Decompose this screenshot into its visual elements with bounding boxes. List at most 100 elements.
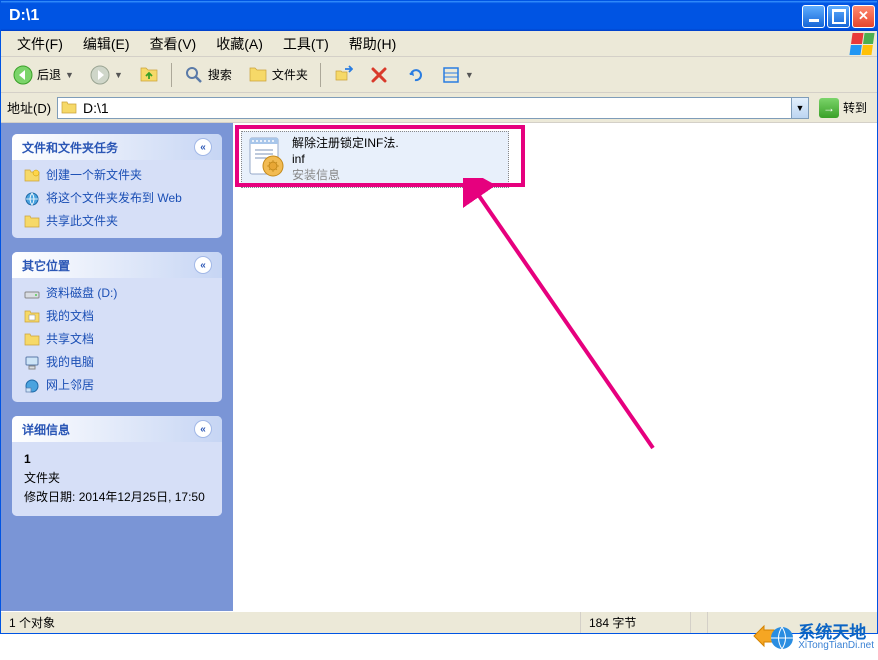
move-to-icon bbox=[333, 65, 353, 85]
details-body: 1 文件夹 修改日期: 2014年12月25日, 17:50 bbox=[12, 442, 222, 516]
task-share-folder[interactable]: 共享此文件夹 bbox=[24, 214, 210, 230]
details-mod-value: 2014年12月25日, 17:50 bbox=[79, 490, 205, 504]
maximize-button[interactable] bbox=[827, 5, 850, 28]
separator bbox=[320, 63, 321, 87]
content-area: 文件和文件夹任务 « 创建一个新文件夹 将这个文件夹发布到 Web 共享此文件夹 bbox=[1, 123, 877, 611]
details-panel: 详细信息 « 1 文件夹 修改日期: 2014年12月25日, 17:50 bbox=[12, 416, 222, 516]
close-button[interactable] bbox=[852, 5, 875, 28]
details-type: 文件夹 bbox=[24, 469, 210, 488]
panel-header[interactable]: 文件和文件夹任务 « bbox=[12, 134, 222, 160]
share-folder-icon bbox=[24, 214, 40, 230]
globe-icon bbox=[24, 191, 40, 207]
forward-button[interactable]: ▼ bbox=[84, 61, 129, 89]
panel-title: 其它位置 bbox=[22, 257, 70, 274]
task-publish-web[interactable]: 将这个文件夹发布到 Web bbox=[24, 191, 210, 207]
watermark-icon bbox=[752, 616, 794, 658]
details-mod-label: 修改日期: bbox=[24, 490, 75, 504]
my-docs-icon bbox=[24, 309, 40, 325]
back-button[interactable]: 后退 ▼ bbox=[7, 61, 80, 89]
menubar: 文件(F) 编辑(E) 查看(V) 收藏(A) 工具(T) 帮助(H) bbox=[1, 31, 877, 57]
search-label: 搜索 bbox=[208, 66, 232, 83]
menu-favorites[interactable]: 收藏(A) bbox=[206, 32, 273, 56]
watermark-url: XiTongTianDi.net bbox=[798, 641, 874, 651]
inf-file-icon bbox=[246, 136, 286, 178]
address-field-wrap: ▼ bbox=[57, 97, 809, 119]
collapse-icon: « bbox=[194, 420, 212, 438]
menu-file[interactable]: 文件(F) bbox=[7, 32, 73, 56]
views-icon bbox=[441, 65, 461, 85]
my-computer-icon bbox=[24, 355, 40, 371]
status-zone bbox=[691, 612, 708, 633]
place-drive-d[interactable]: 资料磁盘 (D:) bbox=[24, 286, 210, 302]
go-icon: → bbox=[819, 98, 839, 118]
file-tasks-panel: 文件和文件夹任务 « 创建一个新文件夹 将这个文件夹发布到 Web 共享此文件夹 bbox=[12, 134, 222, 238]
watermark: 系统天地 XiTongTianDi.net bbox=[752, 616, 874, 658]
window-title: D:\1 bbox=[9, 7, 800, 25]
place-label: 共享文档 bbox=[46, 332, 94, 348]
move-to-button[interactable] bbox=[327, 61, 359, 89]
collapse-icon: « bbox=[194, 138, 212, 156]
watermark-name: 系统天地 bbox=[798, 624, 866, 641]
new-folder-icon bbox=[24, 168, 40, 184]
address-dropdown[interactable]: ▼ bbox=[791, 97, 809, 119]
place-my-documents[interactable]: 我的文档 bbox=[24, 309, 210, 325]
task-new-folder[interactable]: 创建一个新文件夹 bbox=[24, 168, 210, 184]
status-object-count: 1 个对象 bbox=[1, 612, 581, 633]
address-icon bbox=[57, 97, 79, 119]
collapse-icon: « bbox=[194, 256, 212, 274]
place-my-computer[interactable]: 我的电脑 bbox=[24, 355, 210, 371]
delete-button[interactable] bbox=[363, 61, 395, 89]
shared-docs-icon bbox=[24, 332, 40, 348]
network-icon bbox=[24, 378, 40, 394]
minimize-button[interactable] bbox=[802, 5, 825, 28]
delete-icon bbox=[369, 65, 389, 85]
windows-flag-icon bbox=[849, 33, 874, 55]
file-type: 安装信息 bbox=[292, 168, 399, 183]
address-input[interactable] bbox=[79, 97, 791, 119]
forward-icon bbox=[90, 65, 110, 85]
chevron-down-icon: ▼ bbox=[65, 70, 74, 80]
file-list-area[interactable]: 解除注册锁定INF法. inf 安装信息 bbox=[233, 123, 877, 611]
menu-tools[interactable]: 工具(T) bbox=[273, 32, 339, 56]
titlebar[interactable]: D:\1 bbox=[1, 1, 877, 31]
menu-help[interactable]: 帮助(H) bbox=[339, 32, 406, 56]
folder-up-icon bbox=[139, 65, 159, 85]
back-icon bbox=[13, 65, 33, 85]
panel-title: 详细信息 bbox=[22, 421, 70, 438]
file-item[interactable]: 解除注册锁定INF法. inf 安装信息 bbox=[241, 131, 509, 188]
place-label: 我的电脑 bbox=[46, 355, 94, 371]
status-size: 184 字节 bbox=[581, 612, 691, 633]
panel-title: 文件和文件夹任务 bbox=[22, 139, 118, 156]
views-button[interactable]: ▼ bbox=[435, 61, 480, 89]
up-button[interactable] bbox=[133, 61, 165, 89]
place-label: 我的文档 bbox=[46, 309, 94, 325]
chevron-down-icon: ▼ bbox=[465, 70, 474, 80]
undo-button[interactable] bbox=[399, 61, 431, 89]
place-network[interactable]: 网上邻居 bbox=[24, 378, 210, 394]
panel-header[interactable]: 详细信息 « bbox=[12, 416, 222, 442]
place-shared-docs[interactable]: 共享文档 bbox=[24, 332, 210, 348]
menu-view[interactable]: 查看(V) bbox=[140, 32, 207, 56]
place-label: 资料磁盘 (D:) bbox=[46, 286, 117, 302]
task-label: 共享此文件夹 bbox=[46, 214, 118, 230]
details-name: 1 bbox=[24, 452, 31, 466]
folder-icon bbox=[61, 100, 77, 116]
explorer-window: D:\1 文件(F) 编辑(E) 查看(V) 收藏(A) 工具(T) 帮助(H)… bbox=[0, 0, 878, 634]
address-label: 地址(D) bbox=[7, 98, 51, 117]
file-name-1: 解除注册锁定INF法. bbox=[292, 136, 399, 151]
tasks-pane: 文件和文件夹任务 « 创建一个新文件夹 将这个文件夹发布到 Web 共享此文件夹 bbox=[1, 123, 233, 611]
go-button[interactable]: → 转到 bbox=[815, 96, 871, 120]
panel-body: 创建一个新文件夹 将这个文件夹发布到 Web 共享此文件夹 bbox=[12, 160, 222, 238]
folders-button[interactable]: 文件夹 bbox=[242, 61, 314, 89]
menu-edit[interactable]: 编辑(E) bbox=[73, 32, 140, 56]
place-label: 网上邻居 bbox=[46, 378, 94, 394]
panel-body: 资料磁盘 (D:) 我的文档 共享文档 我的电脑 bbox=[12, 278, 222, 402]
other-places-panel: 其它位置 « 资料磁盘 (D:) 我的文档 共享文档 bbox=[12, 252, 222, 402]
panel-header[interactable]: 其它位置 « bbox=[12, 252, 222, 278]
annotation-arrow bbox=[463, 178, 683, 478]
file-text: 解除注册锁定INF法. inf 安装信息 bbox=[292, 136, 399, 183]
go-label: 转到 bbox=[843, 99, 867, 116]
task-label: 创建一个新文件夹 bbox=[46, 168, 142, 184]
search-button[interactable]: 搜索 bbox=[178, 61, 238, 89]
folders-icon bbox=[248, 65, 268, 85]
